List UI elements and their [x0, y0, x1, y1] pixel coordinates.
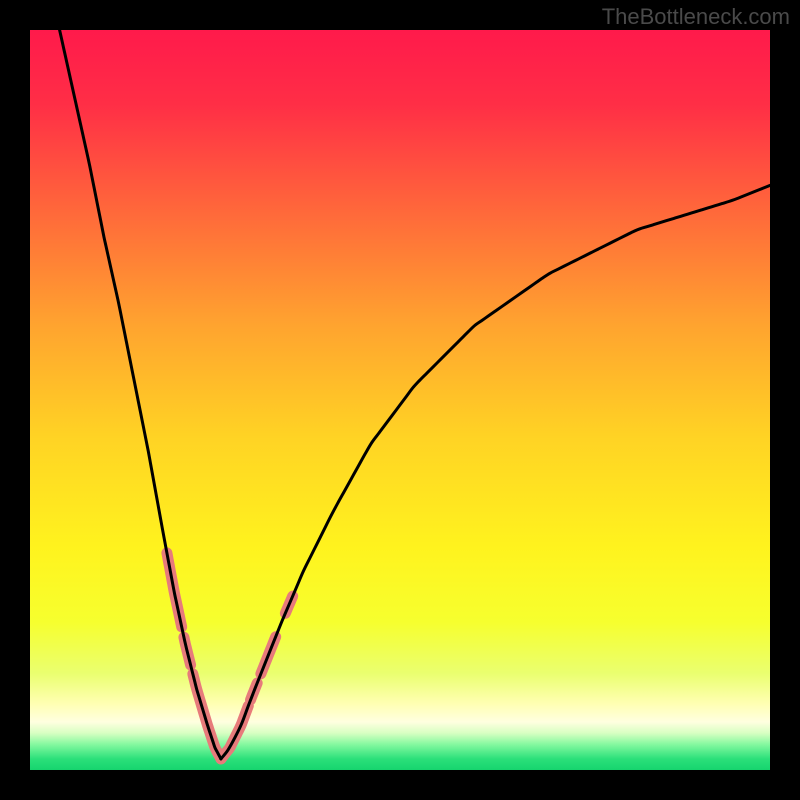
plot-area	[30, 30, 770, 770]
curve-lines	[60, 30, 770, 759]
chart-frame: TheBottleneck.com	[0, 0, 800, 800]
curve-right-branch	[221, 185, 770, 759]
highlight-segments	[167, 553, 293, 759]
plot-curves	[30, 30, 770, 770]
curve-left-branch	[60, 30, 221, 759]
watermark-text: TheBottleneck.com	[602, 4, 790, 30]
